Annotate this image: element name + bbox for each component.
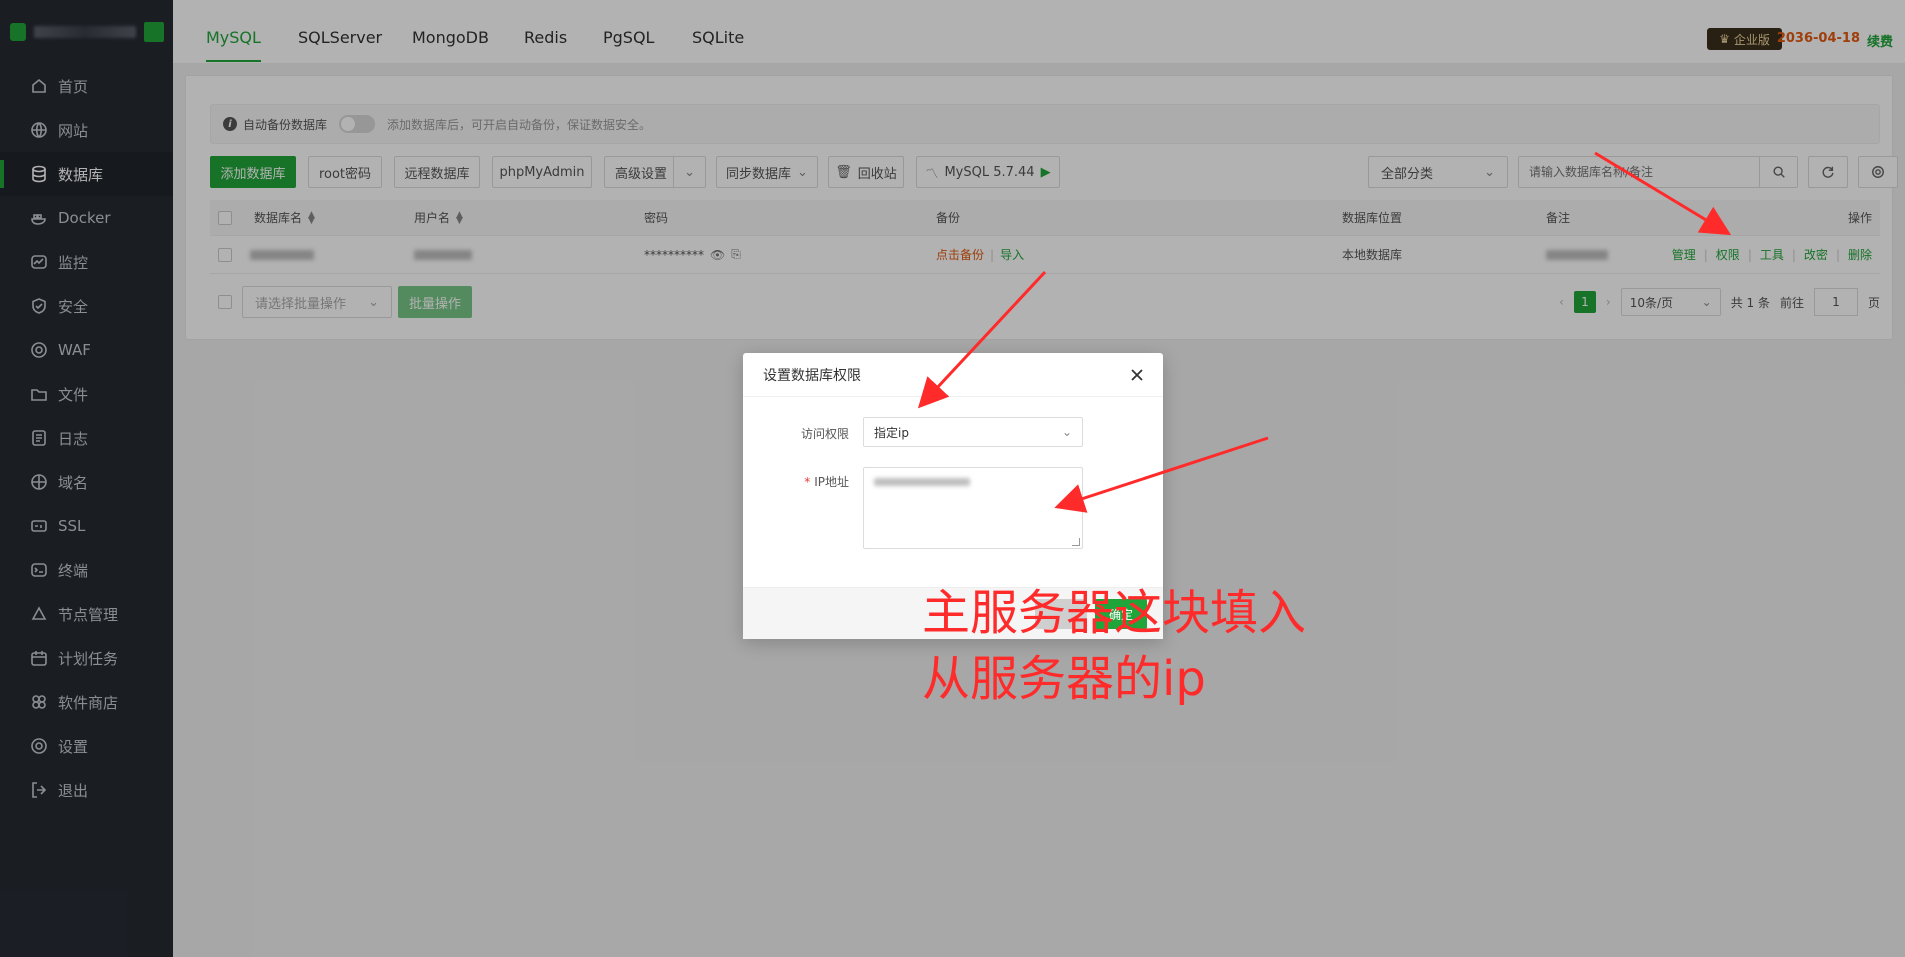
ip-label: IP地址 bbox=[814, 475, 849, 489]
resize-handle[interactable] bbox=[1072, 538, 1080, 546]
access-label: 访问权限 bbox=[800, 427, 849, 441]
annotation-line-2: 从服务器的ip bbox=[922, 651, 1206, 707]
access-row: 访问权限 指定ip ⌄ bbox=[743, 417, 1163, 447]
annotation-text: 主服务器这块填入 从服务器的ip bbox=[922, 580, 1306, 712]
ip-value-redacted bbox=[874, 478, 970, 486]
required-mark: * bbox=[804, 475, 811, 489]
dialog-title: 设置数据库权限 bbox=[763, 367, 861, 384]
ip-textarea[interactable] bbox=[863, 467, 1083, 549]
app-root: 首页 网站 数据库 Docker 监控 安全 WAF 文件 日志 域名 SSL 终端 节点管理 计划任务软… bbox=[0, 0, 1905, 957]
ip-row: * IP地址 bbox=[743, 467, 1163, 549]
access-select[interactable]: 指定ip ⌄ bbox=[863, 417, 1083, 447]
access-select-value: 指定ip bbox=[874, 425, 909, 440]
ip-label-wrap: * IP地址 bbox=[804, 473, 849, 490]
dialog-header: 设置数据库权限 bbox=[743, 353, 1163, 397]
annotation-line-1: 主服务器这块填入 bbox=[922, 585, 1307, 641]
chevron-down-icon: ⌄ bbox=[1061, 425, 1072, 439]
close-icon[interactable] bbox=[1127, 365, 1147, 385]
